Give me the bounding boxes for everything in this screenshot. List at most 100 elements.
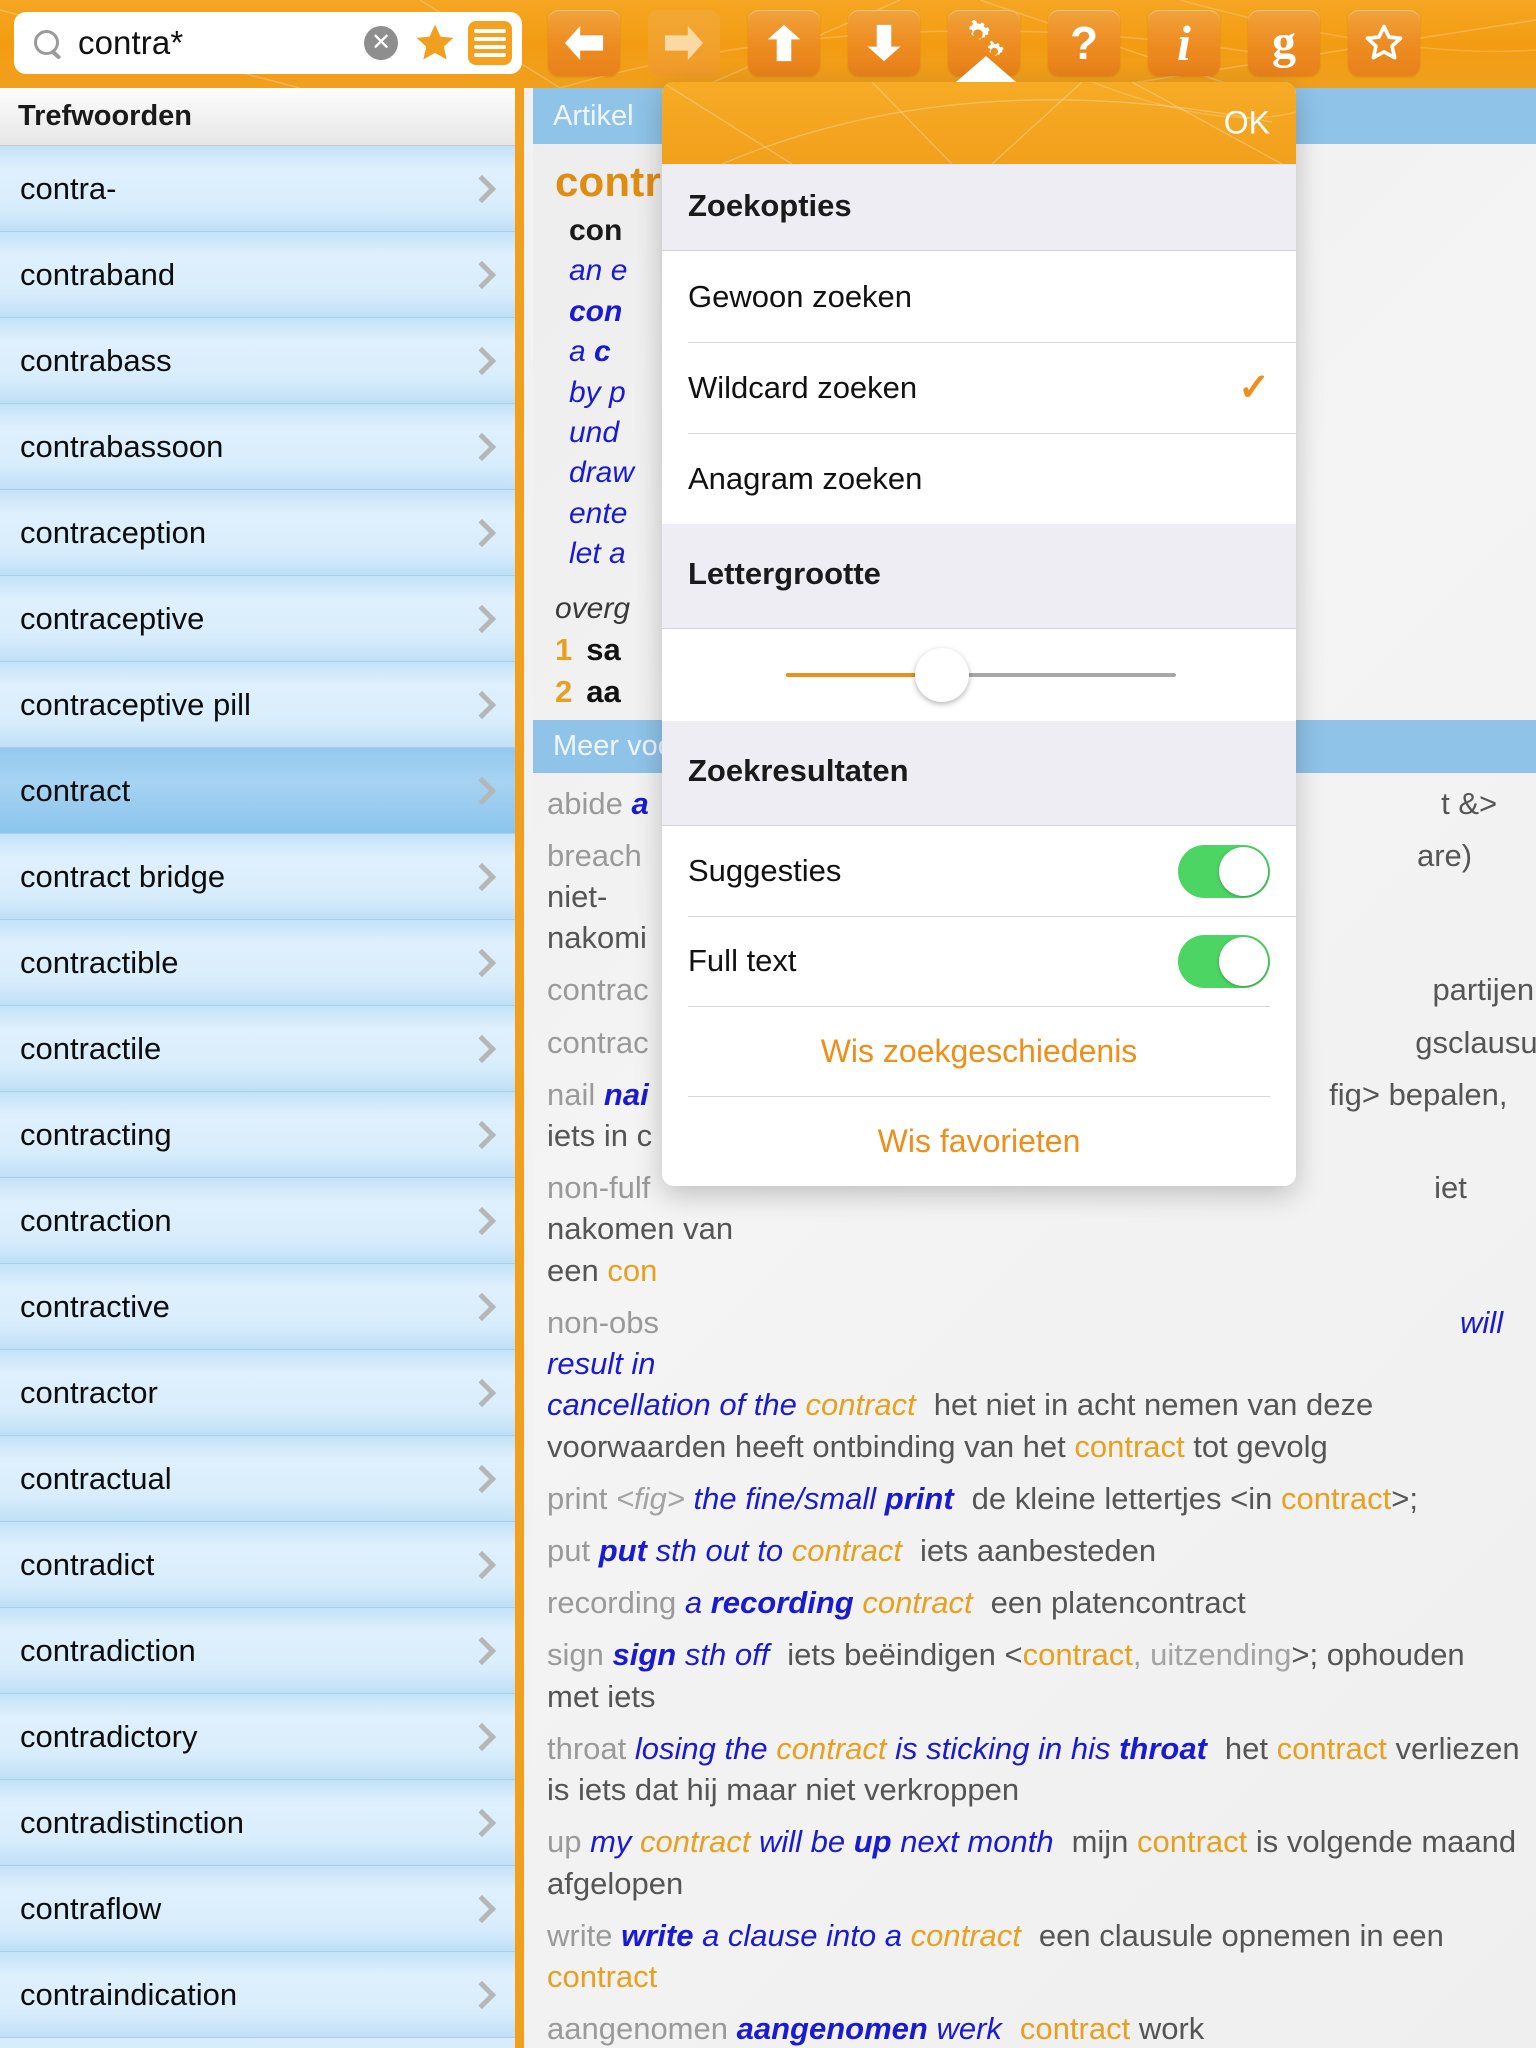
help-button[interactable]: ? (1048, 10, 1120, 76)
chevron-right-icon (472, 262, 487, 288)
sidebar-item-contradictory[interactable]: contradictory (0, 1694, 515, 1780)
scroll-down-button[interactable] (848, 10, 920, 76)
sidebar-item-contradiction[interactable]: contradiction (0, 1608, 515, 1694)
info-button[interactable]: i (1148, 10, 1220, 76)
chevron-right-icon (472, 1810, 487, 1836)
example-row: up my contract will be up next month mijn… (547, 1824, 1517, 1901)
sidebar-item-label: contractive (20, 1288, 170, 1324)
sidebar-item-label: contrabassoon (20, 428, 224, 464)
sidebar-item-contradistinction[interactable]: contradistinction (0, 1780, 515, 1866)
chevron-right-icon (472, 1724, 487, 1750)
sidebar-item-label: contractile (20, 1030, 162, 1066)
chevron-right-icon (472, 1896, 487, 1922)
sidebar-item-contraception[interactable]: contraception (0, 490, 515, 576)
sidebar-item-label: contraceptive (20, 600, 205, 636)
sidebar-item-contractive[interactable]: contractive (0, 1264, 515, 1350)
sidebar-item-contraction[interactable]: contraction (0, 1178, 515, 1264)
sidebar-item-contrabassoon[interactable]: contrabassoon (0, 404, 515, 490)
sidebar-item-contraceptive[interactable]: contraceptive (0, 576, 515, 662)
search-bar[interactable]: contra* ✕ (14, 12, 522, 74)
option-gewoon-zoeken[interactable]: Gewoon zoeken (662, 251, 1296, 342)
sidebar-item-contractile[interactable]: contractile (0, 1006, 515, 1092)
chevron-right-icon (472, 1380, 487, 1406)
scroll-up-button[interactable] (748, 10, 820, 76)
example-row: non-obs will result in cancellation of th… (547, 1304, 1504, 1464)
chevron-right-icon (472, 176, 487, 202)
chevron-right-icon (472, 864, 487, 890)
chevron-right-icon (472, 1036, 487, 1062)
group-header-zoekopties: Zoekopties (662, 164, 1296, 251)
full-text-toggle[interactable] (1178, 934, 1270, 988)
toggle-row-suggesties[interactable]: Suggesties (662, 826, 1296, 916)
chevron-right-icon (472, 1208, 487, 1234)
sidebar-item-contracting[interactable]: contracting (0, 1092, 515, 1178)
example-row: recording a recording contract een platen… (547, 1585, 1246, 1621)
top-toolbar: contra* ✕ ? i g (0, 0, 1536, 88)
arrow-right-icon (661, 22, 707, 64)
chevron-right-icon (472, 1294, 487, 1320)
clear-search-button[interactable]: ✕ (364, 26, 398, 60)
slider-thumb[interactable] (915, 648, 969, 702)
sidebar-item-label: contractor (20, 1374, 158, 1410)
favorite-button[interactable] (1348, 10, 1420, 76)
sidebar-item-contract-bridge[interactable]: contract bridge (0, 834, 515, 920)
chevron-right-icon (472, 606, 487, 632)
star-filled-icon[interactable] (412, 21, 458, 65)
sidebar-item-contractual[interactable]: contractual (0, 1436, 515, 1522)
chevron-right-icon (472, 1638, 487, 1664)
example-row: put put sth out to contract iets aanbeste… (547, 1533, 1157, 1569)
toggle-row-full-text[interactable]: Full text (662, 916, 1296, 1006)
option-wildcard-zoeken[interactable]: Wildcard zoeken ✓ (662, 342, 1296, 433)
keyword-list: contra-contraband contrabass contrabassoon… (0, 146, 515, 2038)
toggle-label: Full text (688, 943, 797, 978)
chevron-right-icon (472, 348, 487, 374)
clear-search-history-button[interactable]: Wis zoekgeschiedenis (662, 1006, 1296, 1096)
forward-button[interactable] (648, 10, 720, 76)
sidebar-item-contractor[interactable]: contractor (0, 1350, 515, 1436)
toggle-label: Suggesties (688, 853, 842, 888)
sidebar-item-contrabass[interactable]: contrabass (0, 318, 515, 404)
sidebar-item-label: contraindication (20, 1976, 238, 2012)
font-size-slider-row[interactable] (662, 629, 1296, 721)
sidebar-item-contraband[interactable]: contraband (0, 232, 515, 318)
sidebar-item-contract[interactable]: contract (0, 748, 515, 834)
group-header-lettergrootte: Lettergrootte (662, 524, 1296, 629)
toggle-knob (1219, 846, 1268, 896)
popover-ok-button[interactable]: OK (1224, 105, 1270, 142)
example-row: write write a clause into a contract een … (547, 1917, 1444, 1994)
suggesties-toggle[interactable] (1178, 844, 1270, 898)
chevron-right-icon (472, 520, 487, 546)
chevron-right-icon (472, 692, 487, 718)
checkmark-icon: ✓ (1238, 367, 1270, 409)
chevron-right-icon (472, 1466, 487, 1492)
option-label: Gewoon zoeken (688, 278, 913, 314)
sidebar-item-contraflow[interactable]: contraflow (0, 1866, 515, 1952)
option-label: Anagram zoeken (688, 460, 923, 496)
clear-favorites-button[interactable]: Wis favorieten (662, 1096, 1296, 1186)
option-label: Wildcard zoeken (688, 369, 918, 405)
star-outline-icon (1361, 21, 1407, 65)
toggle-knob (1219, 936, 1268, 986)
font-size-slider[interactable] (662, 629, 1296, 721)
sidebar-item-label: contractual (20, 1460, 172, 1496)
popover-arrow (956, 56, 1016, 82)
search-input[interactable]: contra* (78, 24, 364, 62)
sidebar-item-contra-[interactable]: contra- (0, 146, 515, 232)
arrow-up-icon (764, 20, 804, 66)
sidebar-item-label: contract bridge (20, 858, 226, 894)
back-button[interactable] (548, 10, 620, 76)
sidebar-item-contractible[interactable]: contractible (0, 920, 515, 1006)
history-list-icon[interactable] (468, 21, 512, 65)
sidebar-item-contraceptive-pill[interactable]: contraceptive pill (0, 662, 515, 748)
sidebar-item-contradict[interactable]: contradict (0, 1522, 515, 1608)
sidebar-item-label: contra- (20, 170, 117, 206)
sidebar-item-label: contraceptive pill (20, 686, 251, 722)
google-g-icon: g (1272, 16, 1296, 69)
sidebar-item-contraindication[interactable]: contraindication (0, 1952, 515, 2038)
sidebar-item-label: contradiction (20, 1632, 196, 1668)
google-button[interactable]: g (1248, 10, 1320, 76)
option-anagram-zoeken[interactable]: Anagram zoeken (662, 433, 1296, 524)
sidebar-item-label: contradict (20, 1546, 155, 1582)
chevron-right-icon (472, 434, 487, 460)
info-i-icon: i (1177, 15, 1191, 71)
